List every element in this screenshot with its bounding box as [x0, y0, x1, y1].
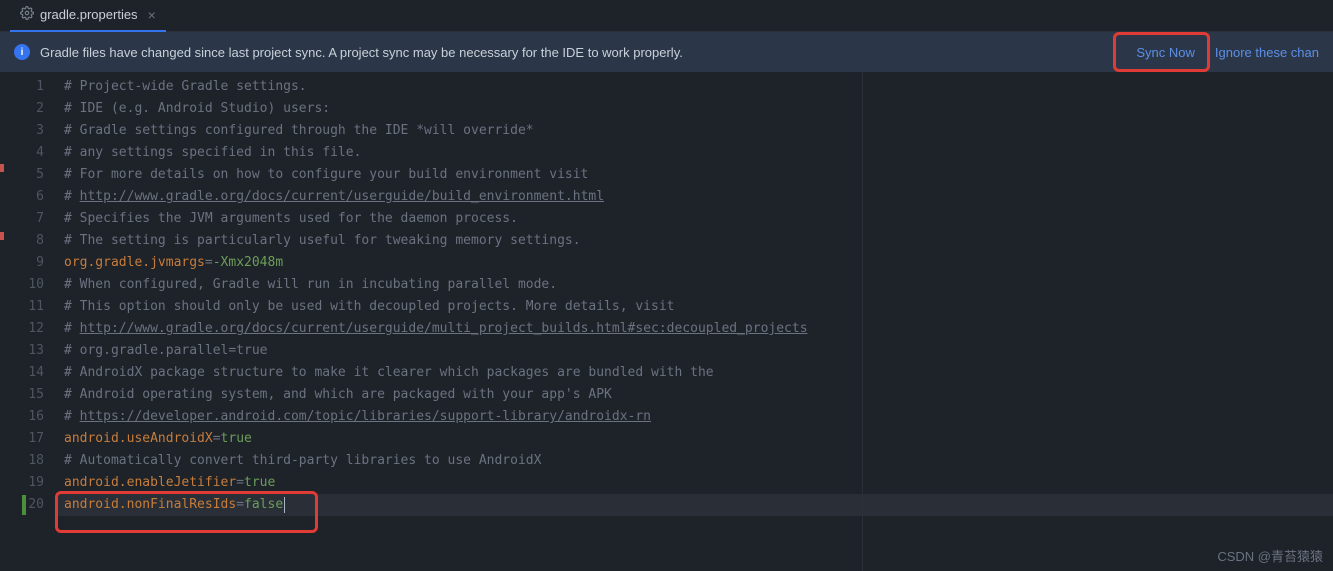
code-line[interactable]: android.useAndroidX=true: [56, 428, 1333, 450]
code-line[interactable]: # AndroidX package structure to make it …: [56, 362, 1333, 384]
tab-filename: gradle.properties: [40, 7, 138, 22]
line-number: 1: [0, 76, 56, 98]
close-tab-icon[interactable]: ×: [148, 7, 156, 23]
code-line[interactable]: # https://developer.android.com/topic/li…: [56, 406, 1333, 428]
code-line[interactable]: # This option should only be used with d…: [56, 296, 1333, 318]
change-marker: [22, 495, 26, 515]
url-link[interactable]: http://www.gradle.org/docs/current/userg…: [80, 321, 808, 336]
line-number: 13: [0, 340, 56, 362]
code-line[interactable]: # For more details on how to configure y…: [56, 164, 1333, 186]
code-line[interactable]: # http://www.gradle.org/docs/current/use…: [56, 186, 1333, 208]
code-line[interactable]: # When configured, Gradle will run in in…: [56, 274, 1333, 296]
code-line[interactable]: # The setting is particularly useful for…: [56, 230, 1333, 252]
info-icon: i: [14, 44, 30, 60]
sync-now-link[interactable]: Sync Now: [1136, 45, 1195, 60]
line-number-gutter: 1234567891011121314151617181920: [0, 72, 56, 571]
code-line[interactable]: # Project-wide Gradle settings.: [56, 76, 1333, 98]
code-line[interactable]: # Automatically convert third-party libr…: [56, 450, 1333, 472]
line-number: 20: [0, 494, 56, 516]
line-number: 11: [0, 296, 56, 318]
code-line[interactable]: # any settings specified in this file.: [56, 142, 1333, 164]
code-line[interactable]: android.nonFinalResIds=false: [56, 494, 1333, 516]
line-number: 10: [0, 274, 56, 296]
line-number: 9: [0, 252, 56, 274]
line-number: 5: [0, 164, 56, 186]
ignore-changes-link[interactable]: Ignore these chan: [1215, 45, 1319, 60]
url-link[interactable]: http://www.gradle.org/docs/current/userg…: [80, 189, 604, 204]
editor-area: 1234567891011121314151617181920 # Projec…: [0, 72, 1333, 571]
line-number: 8: [0, 230, 56, 252]
code-line[interactable]: # org.gradle.parallel=true: [56, 340, 1333, 362]
sync-notification-bar: i Gradle files have changed since last p…: [0, 32, 1333, 72]
watermark-text: CSDN @青苔猿猿: [1217, 546, 1323, 565]
code-line[interactable]: # Android operating system, and which ar…: [56, 384, 1333, 406]
line-number: 19: [0, 472, 56, 494]
code-line[interactable]: org.gradle.jvmargs=-Xmx2048m: [56, 252, 1333, 274]
line-number: 4: [0, 142, 56, 164]
code-line[interactable]: android.enableJetifier=true: [56, 472, 1333, 494]
line-number: 3: [0, 120, 56, 142]
line-number: 6: [0, 186, 56, 208]
code-line[interactable]: # Gradle settings configured through the…: [56, 120, 1333, 142]
code-content[interactable]: # Project-wide Gradle settings.# IDE (e.…: [56, 72, 1333, 571]
text-cursor: [284, 497, 285, 513]
code-line[interactable]: # Specifies the JVM arguments used for t…: [56, 208, 1333, 230]
code-line[interactable]: # http://www.gradle.org/docs/current/use…: [56, 318, 1333, 340]
line-number: 17: [0, 428, 56, 450]
line-number: 16: [0, 406, 56, 428]
gear-icon: [20, 6, 34, 23]
tab-bar: gradle.properties ×: [0, 0, 1333, 32]
right-margin-guide: [862, 72, 863, 571]
error-stripe-mark: [0, 164, 4, 172]
file-tab[interactable]: gradle.properties ×: [10, 0, 166, 32]
code-line[interactable]: # IDE (e.g. Android Studio) users:: [56, 98, 1333, 120]
line-number: 14: [0, 362, 56, 384]
line-number: 15: [0, 384, 56, 406]
line-number: 2: [0, 98, 56, 120]
line-number: 7: [0, 208, 56, 230]
line-number: 12: [0, 318, 56, 340]
line-number: 18: [0, 450, 56, 472]
notification-message: Gradle files have changed since last pro…: [40, 45, 683, 60]
url-link[interactable]: https://developer.android.com/topic/libr…: [80, 409, 651, 424]
error-stripe-mark: [0, 232, 4, 240]
notification-actions: Sync Now Ignore these chan: [1136, 45, 1319, 60]
